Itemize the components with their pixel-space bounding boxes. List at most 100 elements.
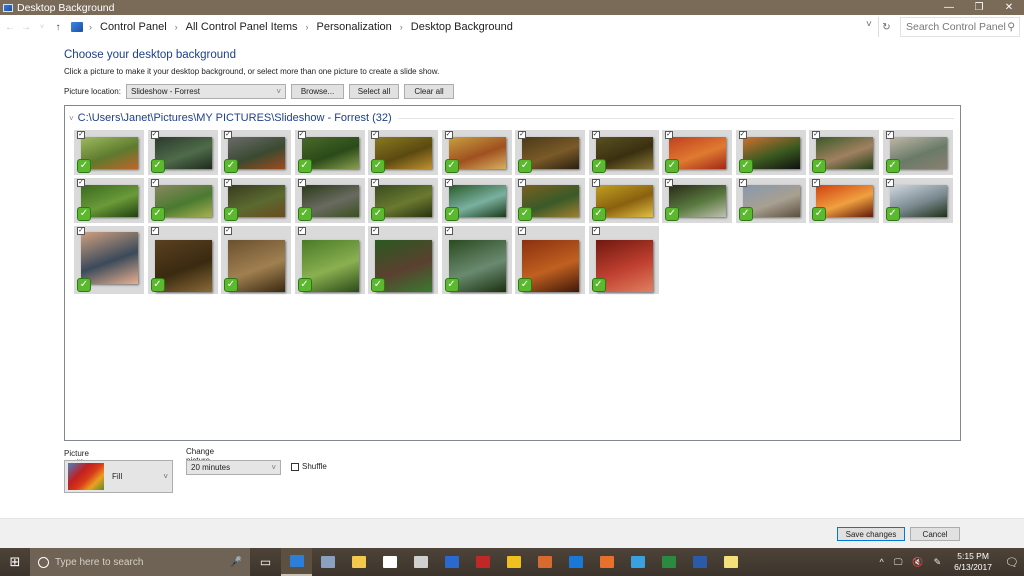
taskbar-app-control-panel[interactable] [281, 548, 312, 576]
picture-checkbox[interactable]: ✓ [150, 179, 159, 187]
picture-tile[interactable]: ✓ ✓ [588, 178, 659, 223]
picture-tile[interactable]: ✓ ✓ [662, 130, 732, 175]
picture-tile[interactable]: ✓ ✓ [441, 130, 512, 175]
taskbar-app-store[interactable] [374, 548, 405, 576]
collapse-chevron-icon[interactable]: ˅ [69, 114, 74, 123]
taskbar-search-box[interactable]: Type here to search 🎤 [30, 548, 250, 576]
breadcrumb-desktop-background[interactable]: Desktop Background [411, 21, 513, 33]
address-dropdown-icon[interactable]: ˅ [866, 19, 872, 30]
picture-checkbox[interactable]: ✓ [738, 131, 747, 139]
picture-tile[interactable]: ✓ ✓ [368, 130, 438, 175]
taskbar-app-malwarebytes[interactable] [436, 548, 467, 576]
picture-checkbox[interactable]: ✓ [77, 227, 85, 235]
picture-tile[interactable]: ✓ ✓ [147, 226, 218, 294]
picture-tile[interactable]: ✓ ✓ [294, 226, 365, 294]
picture-checkbox[interactable]: ✓ [224, 131, 232, 139]
picture-tile[interactable]: ✓ ✓ [882, 178, 953, 223]
picture-checkbox[interactable]: ✓ [297, 227, 306, 235]
taskbar-app-media-player[interactable] [529, 548, 560, 576]
picture-tile[interactable]: ✓ ✓ [662, 178, 732, 223]
taskbar-app-file-explorer[interactable] [343, 548, 374, 576]
picture-checkbox[interactable]: ✓ [444, 131, 453, 139]
picture-location-select[interactable]: Slideshow - Forrest ˅ [126, 84, 286, 99]
taskbar-app-norton[interactable] [498, 548, 529, 576]
picture-checkbox[interactable]: ✓ [77, 131, 85, 139]
picture-checkbox[interactable]: ✓ [591, 131, 600, 139]
picture-tile[interactable]: ✓ ✓ [515, 178, 585, 223]
picture-position-select[interactable]: Fill ˅ [64, 460, 173, 493]
picture-checkbox[interactable]: ✓ [885, 179, 894, 187]
picture-checkbox[interactable]: ✓ [224, 227, 232, 235]
picture-checkbox[interactable]: ✓ [665, 131, 673, 139]
picture-tile[interactable]: ✓ ✓ [735, 178, 806, 223]
picture-checkbox[interactable]: ✓ [371, 179, 379, 187]
pen-workspace-icon[interactable]: ✎ [934, 557, 942, 568]
refresh-button[interactable]: ↻ [878, 17, 894, 37]
taskbar-app-firefox[interactable] [591, 548, 622, 576]
picture-tile[interactable]: ✓ ✓ [441, 226, 512, 294]
picture-tile[interactable]: ✓ ✓ [221, 226, 291, 294]
picture-tile[interactable]: ✓ ✓ [147, 178, 218, 223]
picture-tile[interactable]: ✓ ✓ [368, 178, 438, 223]
picture-tile[interactable]: ✓ ✓ [588, 130, 659, 175]
taskbar-app-word[interactable] [684, 548, 715, 576]
recent-locations-button[interactable]: ˅ [36, 24, 48, 31]
picture-checkbox[interactable]: ✓ [77, 179, 85, 187]
maximize-button[interactable]: ❐ [964, 0, 994, 15]
picture-checkbox[interactable]: ✓ [885, 131, 894, 139]
picture-checkbox[interactable]: ✓ [518, 227, 526, 235]
close-button[interactable]: ✕ [994, 0, 1024, 15]
picture-checkbox[interactable]: ✓ [591, 227, 600, 235]
picture-checkbox[interactable]: ✓ [224, 179, 232, 187]
picture-tile[interactable]: ✓ ✓ [441, 178, 512, 223]
picture-checkbox[interactable]: ✓ [297, 131, 306, 139]
picture-tile[interactable]: ✓ ✓ [368, 226, 438, 294]
picture-tile[interactable]: ✓ ✓ [809, 130, 879, 175]
clear-all-button[interactable]: Clear all [404, 84, 454, 99]
picture-tile[interactable]: ✓ ✓ [74, 178, 144, 223]
picture-tile[interactable]: ✓ ✓ [294, 178, 365, 223]
picture-tile[interactable]: ✓ ✓ [588, 226, 659, 294]
picture-checkbox[interactable]: ✓ [812, 179, 820, 187]
picture-tile[interactable]: ✓ ✓ [515, 226, 585, 294]
picture-tile[interactable]: ✓ ✓ [882, 130, 953, 175]
picture-checkbox[interactable]: ✓ [518, 179, 526, 187]
picture-checkbox[interactable]: ✓ [150, 227, 159, 235]
picture-tile[interactable]: ✓ ✓ [735, 130, 806, 175]
breadcrumb-control-panel[interactable]: Control Panel [100, 21, 167, 33]
picture-tile[interactable]: ✓ ✓ [221, 178, 291, 223]
picture-checkbox[interactable]: ✓ [518, 131, 526, 139]
search-input[interactable]: Search Control Panel ⚲ [900, 17, 1020, 37]
picture-checkbox[interactable]: ✓ [591, 179, 600, 187]
picture-tile[interactable]: ✓ ✓ [147, 130, 218, 175]
cancel-button[interactable]: Cancel [910, 527, 960, 541]
taskbar-app-sticky-notes[interactable] [715, 548, 746, 576]
picture-tile[interactable]: ✓ ✓ [809, 178, 879, 223]
taskbar-app-edge[interactable] [560, 548, 591, 576]
picture-tile[interactable]: ✓ ✓ [221, 130, 291, 175]
action-center-button[interactable]: 🗨 [1000, 548, 1024, 576]
save-changes-button[interactable]: Save changes [837, 527, 905, 541]
up-button[interactable]: ↑ [52, 22, 64, 33]
select-all-button[interactable]: Select all [349, 84, 399, 99]
browse-button[interactable]: Browse... [291, 84, 344, 99]
picture-checkbox[interactable]: ✓ [665, 179, 673, 187]
picture-tile[interactable]: ✓ ✓ [74, 226, 144, 294]
shuffle-checkbox[interactable]: Shuffle [291, 462, 327, 471]
picture-checkbox[interactable]: ✓ [297, 179, 306, 187]
change-picture-interval-select[interactable]: 20 minutes ˅ [186, 460, 281, 475]
shuffle-checkbox-box[interactable] [291, 462, 299, 471]
taskbar-app-excel[interactable] [653, 548, 684, 576]
taskbar-app-xmind[interactable] [467, 548, 498, 576]
taskbar-app-alarms[interactable] [405, 548, 436, 576]
forward-button[interactable]: → [20, 22, 32, 33]
picture-checkbox[interactable]: ✓ [444, 227, 453, 235]
back-button[interactable]: ← [4, 22, 16, 33]
volume-muted-icon[interactable]: 🔇 [912, 557, 923, 568]
task-view-button[interactable]: ▭ [250, 548, 281, 576]
clock[interactable]: 5:15 PM 6/13/2017 [954, 551, 992, 573]
taskbar-app-remote-desktop[interactable] [312, 548, 343, 576]
picture-checkbox[interactable]: ✓ [812, 131, 820, 139]
breadcrumb-all-items[interactable]: All Control Panel Items [186, 21, 298, 33]
picture-checkbox[interactable]: ✓ [371, 131, 379, 139]
